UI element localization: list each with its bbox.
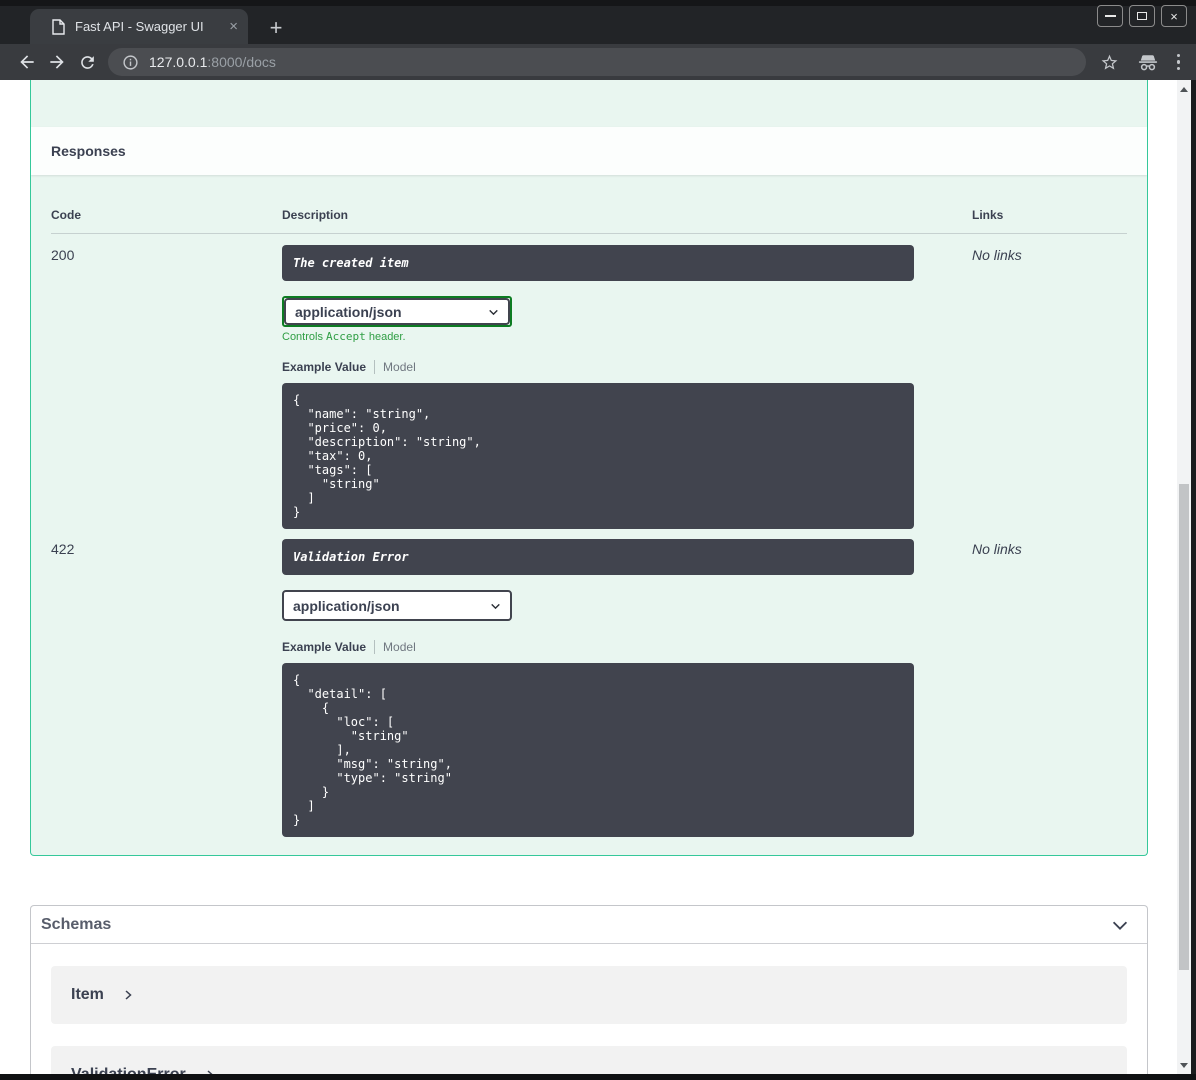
url-bar[interactable]: 127.0.0.1:8000/docs <box>108 48 1086 76</box>
maximize-button[interactable] <box>1129 5 1155 27</box>
window-bottom-border <box>0 1074 1196 1080</box>
column-code: Code <box>51 208 81 222</box>
tab-strip: Fast API - Swagger UI × + × <box>0 0 1196 44</box>
reload-button[interactable] <box>72 48 102 76</box>
response-description-cell: Validation Error application/json Exampl… <box>282 539 942 837</box>
opblock-spacer <box>31 80 1147 127</box>
new-tab-button[interactable]: + <box>262 14 290 42</box>
schemas-title: Schemas <box>41 915 112 933</box>
media-type-select[interactable]: application/json <box>284 298 510 325</box>
response-links: No links <box>972 247 1022 263</box>
response-description-box: Validation Error <box>282 539 914 575</box>
toolbar-right-icons <box>1100 52 1185 72</box>
bookmark-star-icon[interactable] <box>1100 53 1119 72</box>
chevron-down-icon[interactable] <box>1109 914 1131 936</box>
browser-tab[interactable]: Fast API - Swagger UI × <box>30 9 248 44</box>
tab-model[interactable]: Model <box>383 360 416 374</box>
maximize-icon <box>1137 12 1147 20</box>
browser-toolbar: 127.0.0.1:8000/docs <box>0 44 1196 80</box>
window-right-border <box>1191 80 1196 1074</box>
model-name: Item <box>71 986 104 1003</box>
model-name: ValidationError <box>71 1066 186 1074</box>
model-row-item[interactable]: Item <box>51 966 1127 1024</box>
browser-window: Fast API - Swagger UI × + × 127.0.0.1:80… <box>0 0 1196 1080</box>
example-model-tabs: Example Value Model <box>282 640 914 654</box>
forward-arrow-icon <box>50 55 64 69</box>
example-json-block: { "detail": [ { "loc": [ "string" ], "ms… <box>282 663 914 837</box>
response-row-422: 422 Validation Error application/json Ex… <box>51 529 1127 837</box>
media-type-select-wrap: application/json <box>282 590 512 621</box>
example-json-block: { "name": "string", "price": 0, "descrip… <box>282 383 914 529</box>
schemas-body: Item ValidationError <box>31 944 1147 1074</box>
back-arrow-icon <box>20 55 34 69</box>
scrollbar-down-arrow-icon[interactable] <box>1177 1058 1191 1072</box>
media-type-select-wrap: application/json <box>282 296 512 327</box>
response-code: 422 <box>51 541 75 557</box>
tab-title: Fast API - Swagger UI <box>75 19 204 34</box>
responses-title: Responses <box>51 143 126 159</box>
browser-menu-icon[interactable] <box>1176 53 1180 71</box>
schemas-header[interactable]: Schemas <box>31 906 1147 944</box>
response-links: No links <box>972 541 1022 557</box>
tab-example-value[interactable]: Example Value <box>282 360 366 374</box>
response-row-200: 200 The created item application/json Co… <box>51 234 1127 529</box>
window-controls: × <box>1097 5 1187 27</box>
close-button[interactable]: × <box>1161 5 1187 27</box>
incognito-profile-icon[interactable] <box>1137 52 1159 72</box>
media-type-select[interactable]: application/json <box>282 590 512 621</box>
document-favicon-icon <box>52 18 65 35</box>
tab-separator <box>374 640 376 654</box>
site-info-icon[interactable] <box>122 54 139 71</box>
tab-close-icon[interactable]: × <box>229 18 238 35</box>
minimize-button[interactable] <box>1097 5 1123 27</box>
reload-icon <box>80 55 94 69</box>
back-button[interactable] <box>12 48 42 76</box>
scrollbar-up-arrow-icon[interactable] <box>1177 82 1191 96</box>
responses-section-header: Responses <box>31 127 1147 175</box>
column-links: Links <box>972 208 1004 222</box>
url-text: 127.0.0.1:8000/docs <box>149 54 276 70</box>
accept-header-note: Controls Accept header. <box>282 330 406 343</box>
responses-table: Code Description Links 200 The created i… <box>51 175 1127 837</box>
schemas-section: Schemas Item ValidationError <box>30 905 1148 1074</box>
column-description: Description <box>282 208 349 222</box>
response-description-box: The created item <box>282 245 914 281</box>
chevron-right-icon <box>122 989 134 1001</box>
tab-example-value[interactable]: Example Value <box>282 640 366 654</box>
tab-separator <box>374 360 376 374</box>
swagger-page: Responses Code Description Links 200 The… <box>0 80 1177 1074</box>
tab-model[interactable]: Model <box>383 640 416 654</box>
response-code: 200 <box>51 247 75 263</box>
page-scrollbar[interactable] <box>1177 80 1191 1074</box>
example-model-tabs: Example Value Model <box>282 360 914 374</box>
model-row-validationerror[interactable]: ValidationError <box>51 1046 1127 1074</box>
response-description-cell: The created item application/json Contro… <box>282 245 942 529</box>
page-content: Responses Code Description Links 200 The… <box>0 80 1196 1074</box>
minimize-icon <box>1104 15 1116 17</box>
post-opblock: Responses Code Description Links 200 The… <box>30 80 1148 856</box>
scrollbar-thumb[interactable] <box>1179 484 1189 970</box>
forward-button[interactable] <box>42 48 72 76</box>
responses-table-header: Code Description Links <box>51 175 1127 234</box>
